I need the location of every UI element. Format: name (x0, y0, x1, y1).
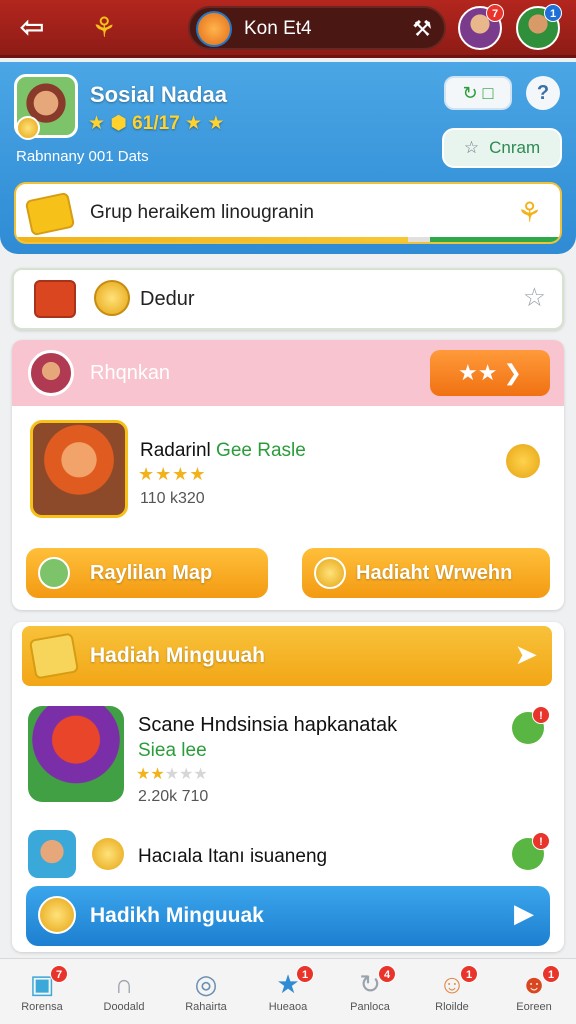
reward-item-meta: 2.20k 710 (138, 788, 209, 805)
game-thumbnail[interactable] (30, 420, 128, 518)
game-thumbnail[interactable] (28, 706, 124, 802)
game-title-main: Radarinl (140, 440, 211, 461)
leaf-icon[interactable]: ! (512, 832, 550, 870)
stars-on: ★★ (136, 766, 165, 783)
signal-icon: ◎ (194, 969, 218, 999)
toolbox-icon[interactable]: ⚒ (412, 16, 432, 42)
play-map-label: Raylilan Map (90, 562, 213, 584)
back-arrow-icon[interactable]: ⇦ (12, 10, 52, 46)
game-rating: ★★★★ (138, 464, 207, 484)
key-icon[interactable]: ⚘ (86, 10, 122, 46)
leaf-icon (38, 557, 70, 589)
game-title: Radarinl Gee Rasle (140, 440, 306, 462)
nav-label: Hueaoa (268, 1001, 308, 1013)
coin-icon (38, 896, 76, 934)
friend-avatar-1[interactable]: 7 (458, 4, 504, 50)
star-outline-icon[interactable]: ☆ (523, 282, 546, 313)
ticket-icon (28, 632, 80, 680)
profile-action-button[interactable]: ☆ Cnram (442, 128, 562, 168)
weekly-rewards-title: Hadiah Minguuah (90, 644, 265, 667)
headphones-icon: ∩ (114, 969, 134, 999)
reward-label: Hadiaht Wrwehn (356, 562, 513, 584)
gift-icon (34, 280, 76, 318)
reward-item-title: Scane Hndsinsia hapkanatak (138, 714, 398, 736)
nav-label: Doodald (103, 1001, 145, 1013)
profile-name: Sosial Nadaa (90, 82, 227, 107)
key-icon: ⚘ (516, 197, 542, 228)
notification-badge: ! (532, 706, 550, 724)
top-bar: ⇦ ⚘ Kon Et4 ⚒ 7 1 (0, 0, 576, 58)
reward-item-2-text: Hacıala Itanı isuaneng (138, 846, 328, 867)
nav-item-panloca[interactable]: ↻ Panloca 4 (330, 965, 410, 1023)
app-logo-icon (196, 11, 232, 47)
smile-coin-icon (92, 838, 124, 870)
leaf-icon[interactable]: ! (512, 706, 550, 744)
star-outline-icon: ☆ (463, 138, 480, 157)
bottom-nav: ▣ Rorensa 7 ∩ Doodald ◎ Rahairta ★ Hueao… (0, 958, 576, 1024)
profile-action-label: Cnram (489, 138, 541, 157)
notification-badge: 1 (460, 965, 478, 983)
weekly-reward-button[interactable]: Hadikh Minguuak ▶ (26, 886, 550, 946)
coin-icon (94, 280, 130, 316)
help-icon[interactable]: ? (526, 76, 560, 110)
profile-level: ★ ⬢ 61/17 ★ ★ (88, 113, 225, 134)
ticket-icon (24, 191, 76, 237)
notification-badge: ! (532, 832, 550, 850)
friend-avatar[interactable] (28, 830, 76, 878)
nav-label: Panloca (350, 1001, 390, 1013)
notification-badge: 7 (486, 4, 504, 22)
nav-item-doodald[interactable]: ∩ Doodald (84, 965, 164, 1023)
banner-progress-fill (16, 237, 408, 242)
arrow-right-icon: ➤ (514, 639, 538, 670)
profile-card: Sosial Nadaa ★ ⬢ 61/17 ★ ★ Rabnnany 001 … (0, 62, 576, 254)
coin-icon (16, 116, 40, 140)
nav-item-rahairta[interactable]: ◎ Rahairta (166, 965, 246, 1023)
nav-item-eoreen[interactable]: ☻ Eoreen 1 (494, 965, 574, 1023)
nav-label: Rahairta (185, 1001, 227, 1013)
group-banner[interactable]: Grup heraikem linougranin ⚘ (14, 182, 562, 244)
weekly-rewards-header[interactable]: Hadiah Minguuah ➤ (22, 626, 552, 686)
banner-progress-end (430, 237, 560, 242)
friends-card: Rhqnkan ★★ ❯ Radarinl Gee Rasle ★★★★ 110… (12, 340, 564, 610)
page-title: Kon Et4 (244, 18, 312, 39)
nav-label: Rorensa (21, 1001, 63, 1013)
notification-badge: 1 (542, 965, 560, 983)
notification-badge: 1 (544, 4, 562, 22)
title-pill[interactable]: Kon Et4 ⚒ (188, 6, 446, 50)
nav-label: Eoreen (516, 1001, 552, 1013)
banner-text: Grup heraikem linougranin (90, 202, 314, 223)
reward-button[interactable]: Hadiaht Wrwehn (302, 548, 550, 598)
weekly-reward-label: Hadikh Minguuak (90, 904, 264, 927)
reward-item-subtitle: Siea lee (138, 740, 207, 761)
game-meta: 110 k320 (140, 490, 205, 507)
stars-reward-button[interactable]: ★★ ❯ (430, 350, 550, 396)
nav-item-rloilde[interactable]: ☺ Rloilde 1 (412, 965, 492, 1023)
daily-label: Dedur (140, 288, 195, 310)
game-title-green: Gee Rasle (216, 440, 306, 461)
stars-off: ★★★ (164, 766, 208, 783)
play-map-button[interactable]: Raylilan Map (26, 548, 268, 598)
friends-header: Rhqnkan ★★ ❯ (12, 340, 564, 406)
friend-avatar[interactable] (28, 350, 74, 396)
nav-item-rorensa[interactable]: ▣ Rorensa 7 (2, 965, 82, 1023)
banner-progress (16, 237, 560, 242)
smile-coin-icon (314, 557, 346, 589)
friend-avatar-2[interactable]: 1 (516, 4, 562, 50)
view-toggle-button[interactable]: ↻ □ (444, 76, 512, 110)
weekly-rewards-card: Hadiah Minguuah ➤ Scane Hndsinsia hapkan… (12, 622, 564, 952)
nav-item-hueaoa[interactable]: ★ Hueaoa 1 (248, 965, 328, 1023)
reward-item-rating: ★★★★★ (136, 764, 208, 784)
notification-badge: 1 (296, 965, 314, 983)
notification-badge: 7 (50, 965, 68, 983)
coin-icon[interactable] (506, 444, 540, 478)
notification-badge: 4 (378, 965, 396, 983)
friends-title: Rhqnkan (90, 362, 171, 384)
nav-label: Rloilde (435, 1001, 469, 1013)
daily-reward-row[interactable]: Dedur ☆ (12, 268, 564, 330)
play-icon: ▶ (514, 898, 534, 928)
profile-subtitle: Rabnnany 001 Dats (16, 148, 149, 165)
